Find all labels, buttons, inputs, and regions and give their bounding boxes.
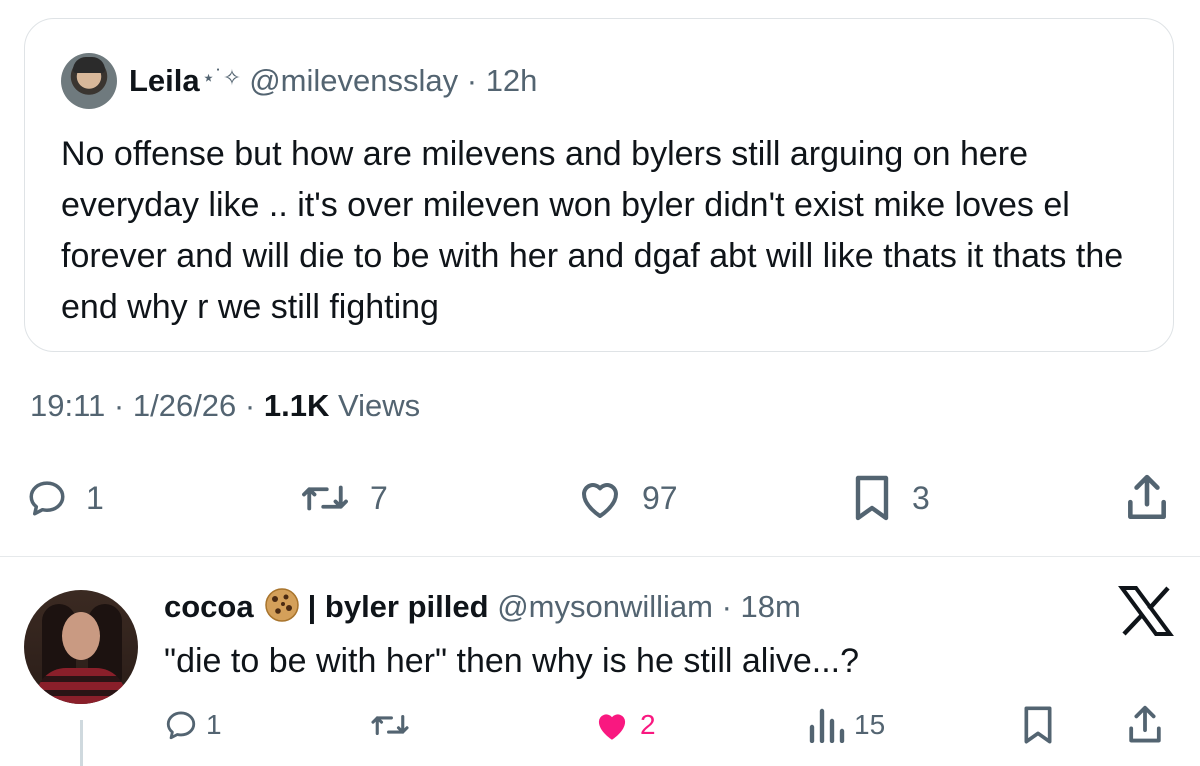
reply-action-bar: 1 2 15 [0,700,1200,750]
quoted-tweet-name-decoration: ⋆˙✧ [201,65,242,90]
quoted-tweet-text: No offense but how are milevens and byle… [61,135,1124,326]
reply-reply-button[interactable]: 1 [164,700,222,750]
reply-like-button[interactable]: 2 [592,700,656,750]
reply-count: 1 [86,479,104,516]
meta-separator: · [244,388,256,423]
meta-separator: · [113,388,125,423]
share-icon [1129,705,1161,743]
reply-like-count: 2 [640,709,656,740]
quoted-tweet-display-name[interactable]: Leila [129,63,200,98]
repost-button[interactable]: 7 [298,470,388,526]
views-label: Views [337,388,421,423]
reply-icon [29,481,65,516]
repost-icon [371,714,409,736]
reply-views-count: 15 [854,709,886,740]
reply-separator: · [721,589,732,624]
divider [0,556,1200,557]
tweet-time[interactable]: 19:11 [30,388,105,423]
tweet-action-bar: 1 7 97 3 [0,470,1200,526]
like-icon [582,483,618,518]
share-icon [1128,474,1166,520]
reply-icon [166,711,196,740]
repost-count: 7 [370,479,388,516]
cookie-emoji-icon [264,587,300,636]
share-button[interactable] [1124,470,1170,526]
reply-name-suffix: | byler pilled [307,589,489,624]
reply-avatar[interactable] [24,590,138,704]
quoted-tweet-header: Leila⋆˙✧ @milevensslay · 12h [129,59,537,106]
repost-icon [302,485,348,511]
x-logo-icon[interactable] [1118,586,1174,641]
reply-share-button[interactable] [1126,700,1164,750]
bookmark-icon [855,475,889,521]
reply-time[interactable]: 18m [741,589,801,624]
quoted-tweet-separator: · [466,63,478,98]
tweet-date[interactable]: 1/26/26 [133,388,236,423]
tweet-meta: 19:11 · 1/26/26 · 1.1K Views [30,384,420,428]
reply-handle[interactable]: @mysonwilliam [497,589,713,624]
reply-button[interactable]: 1 [26,470,104,526]
reply-reply-count: 1 [206,709,222,740]
like-icon [598,714,626,740]
quoted-tweet-handle[interactable]: @milevensslay [249,63,458,98]
quoted-tweet-time[interactable]: 12h [486,63,538,98]
reply-header: cocoa | byler pilled @mysonwilliam · 18m [164,584,801,636]
reply-display-name[interactable]: cocoa [164,589,254,624]
reply-text: "die to be with her" then why is he stil… [164,642,860,680]
bookmark-icon [1024,706,1052,744]
views-icon [809,708,845,743]
quoted-tweet-avatar[interactable] [61,53,117,109]
like-count: 97 [642,479,678,516]
bookmark-count: 3 [912,479,930,516]
quoted-tweet-card[interactable]: Leila⋆˙✧ @milevensslay · 12h No offense b… [24,18,1174,352]
bookmark-button[interactable]: 3 [850,470,930,526]
reply-views-button[interactable]: 15 [806,700,885,750]
like-button[interactable]: 97 [576,470,678,526]
reply-repost-button[interactable] [368,700,412,750]
reply-bookmark-button[interactable] [1020,700,1056,750]
views-count: 1.1K [263,388,330,423]
